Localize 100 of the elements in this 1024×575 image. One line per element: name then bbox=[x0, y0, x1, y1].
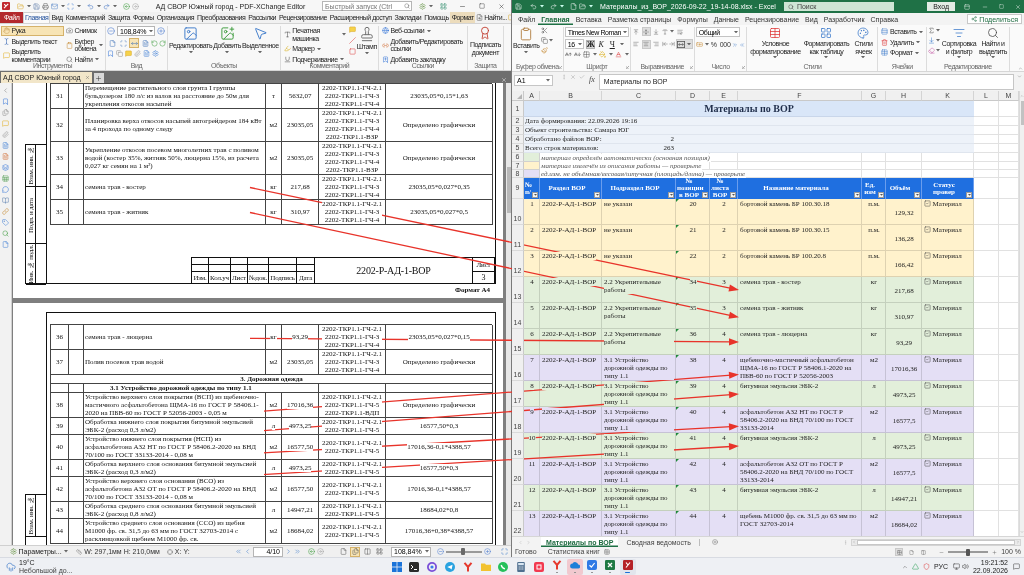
arrow-right-to-line-icon[interactable] bbox=[668, 41, 675, 47]
document-icon[interactable] bbox=[2, 142, 9, 149]
fit-button[interactable] bbox=[107, 38, 117, 48]
page-icon[interactable] bbox=[2, 241, 9, 248]
arrow-left-to-line-icon[interactable] bbox=[661, 41, 668, 47]
speech-bubble-icon[interactable] bbox=[1013, 563, 1020, 570]
undo-icon[interactable] bbox=[530, 3, 537, 10]
x-icon[interactable] bbox=[570, 74, 576, 80]
paint-bucket-icon[interactable] bbox=[598, 51, 606, 58]
rotate-left-icon[interactable] bbox=[151, 39, 158, 47]
close-icon[interactable] bbox=[84, 75, 90, 80]
close-icon[interactable] bbox=[498, 2, 505, 10]
settings-icon[interactable] bbox=[419, 2, 426, 10]
corner-arrow-icon[interactable] bbox=[689, 65, 693, 69]
four-squares-icon[interactable] bbox=[440, 2, 447, 10]
speaker-icon[interactable] bbox=[961, 563, 969, 570]
checkbox[interactable] bbox=[924, 486, 931, 493]
banknote-icon[interactable] bbox=[695, 41, 703, 48]
chevron-right-icon[interactable] bbox=[285, 548, 292, 555]
filter-button[interactable] bbox=[668, 192, 674, 198]
printer-icon[interactable] bbox=[42, 2, 49, 10]
paperclip-icon[interactable] bbox=[134, 50, 141, 57]
double-chevron-left-icon[interactable] bbox=[739, 41, 746, 48]
vertical-scrollbar[interactable] bbox=[506, 83, 511, 545]
view-button[interactable] bbox=[907, 548, 916, 556]
filter-button[interactable] bbox=[702, 192, 708, 198]
redo-icon[interactable] bbox=[550, 3, 557, 10]
triangle-icon[interactable] bbox=[911, 563, 919, 570]
filter-button[interactable] bbox=[594, 192, 600, 198]
slider-thumb[interactable] bbox=[461, 548, 466, 555]
eraser-icon[interactable] bbox=[927, 47, 935, 54]
scrollbar-thumb[interactable] bbox=[506, 167, 511, 213]
bookmark-icon[interactable] bbox=[2, 98, 9, 105]
double-chevron-left-icon[interactable] bbox=[235, 548, 242, 555]
chevron-up-icon[interactable] bbox=[901, 563, 908, 570]
scissors-icon[interactable] bbox=[541, 27, 549, 34]
circle-arrow-left-icon[interactable] bbox=[123, 2, 130, 10]
chevron-down-icon[interactable] bbox=[1017, 74, 1022, 79]
line-icon[interactable] bbox=[348, 37, 356, 44]
double-chevron-right-icon[interactable] bbox=[294, 548, 301, 555]
vertical-scrollbar[interactable] bbox=[1019, 91, 1024, 536]
save-icon[interactable] bbox=[33, 2, 40, 10]
horizontal-scrollbar[interactable] bbox=[851, 538, 1021, 546]
folder-icon[interactable] bbox=[17, 2, 24, 10]
filter-button[interactable] bbox=[854, 192, 860, 198]
view-mode-button[interactable] bbox=[350, 546, 360, 557]
checkbox[interactable] bbox=[924, 460, 931, 467]
checkbox[interactable] bbox=[924, 512, 931, 519]
layers-icon[interactable] bbox=[2, 164, 9, 171]
letter-t-icon[interactable] bbox=[661, 28, 668, 35]
minus-icon[interactable] bbox=[939, 549, 945, 555]
checkbox[interactable] bbox=[924, 200, 931, 207]
copy-icon[interactable] bbox=[541, 37, 549, 44]
view-button[interactable] bbox=[919, 548, 928, 556]
chevron-up-icon[interactable] bbox=[1018, 66, 1023, 71]
plus-icon[interactable] bbox=[992, 549, 998, 555]
book-icon[interactable] bbox=[2, 197, 9, 204]
rain-cloud-icon[interactable] bbox=[6, 561, 16, 572]
tag-icon[interactable] bbox=[2, 219, 9, 226]
filter-button[interactable] bbox=[878, 192, 884, 198]
new-tab-button[interactable] bbox=[93, 73, 104, 83]
minimize-icon[interactable] bbox=[982, 3, 988, 10]
filter-button[interactable] bbox=[730, 192, 736, 198]
shield-icon[interactable] bbox=[922, 563, 930, 570]
insert-function-button[interactable]: fx bbox=[588, 75, 596, 85]
circle-minus-icon[interactable] bbox=[107, 27, 115, 35]
redo-icon[interactable] bbox=[103, 2, 110, 10]
scrollbar-thumb[interactable] bbox=[857, 539, 1015, 545]
slider-thumb[interactable] bbox=[966, 548, 971, 556]
checkbox[interactable] bbox=[924, 226, 931, 233]
corner-arrow-icon[interactable] bbox=[625, 65, 629, 69]
maximize-icon[interactable] bbox=[479, 3, 485, 9]
arrow-down-to-line-icon[interactable] bbox=[927, 37, 935, 44]
speech-bubble-icon[interactable] bbox=[2, 120, 9, 127]
vertical-dots-icon[interactable] bbox=[561, 74, 567, 80]
monitor-icon[interactable] bbox=[952, 563, 960, 570]
circle-arrow-right-icon[interactable] bbox=[132, 2, 139, 10]
checkbox[interactable] bbox=[924, 330, 931, 337]
checkbox[interactable] bbox=[924, 252, 931, 259]
speech-bubble-icon[interactable] bbox=[348, 26, 356, 33]
circle-arrow-right-icon[interactable] bbox=[317, 548, 324, 555]
double-chevron-right-icon[interactable] bbox=[732, 41, 739, 48]
sigma-icon[interactable] bbox=[927, 27, 935, 34]
circle-plus-icon[interactable] bbox=[484, 548, 491, 555]
triangle-icon[interactable] bbox=[517, 94, 522, 99]
align-button[interactable] bbox=[641, 27, 651, 36]
font-style-button[interactable]: Ч bbox=[607, 39, 617, 49]
checkbox[interactable] bbox=[924, 382, 931, 389]
panel-icon[interactable] bbox=[964, 3, 970, 10]
font-style-button[interactable]: Ж bbox=[585, 39, 595, 49]
view-mode-button[interactable] bbox=[338, 546, 348, 557]
letter-a-arrow-down-icon[interactable] bbox=[573, 51, 581, 58]
align-button[interactable] bbox=[675, 39, 693, 49]
zoom-slider[interactable] bbox=[446, 550, 482, 553]
circle-minus-icon[interactable] bbox=[437, 548, 444, 555]
corner-arrow-icon[interactable] bbox=[742, 65, 746, 69]
search-icon[interactable] bbox=[2, 230, 9, 237]
grid-icon[interactable] bbox=[582, 51, 590, 58]
circle-plus-icon[interactable] bbox=[157, 27, 165, 35]
font-style-button[interactable]: К bbox=[596, 39, 606, 49]
